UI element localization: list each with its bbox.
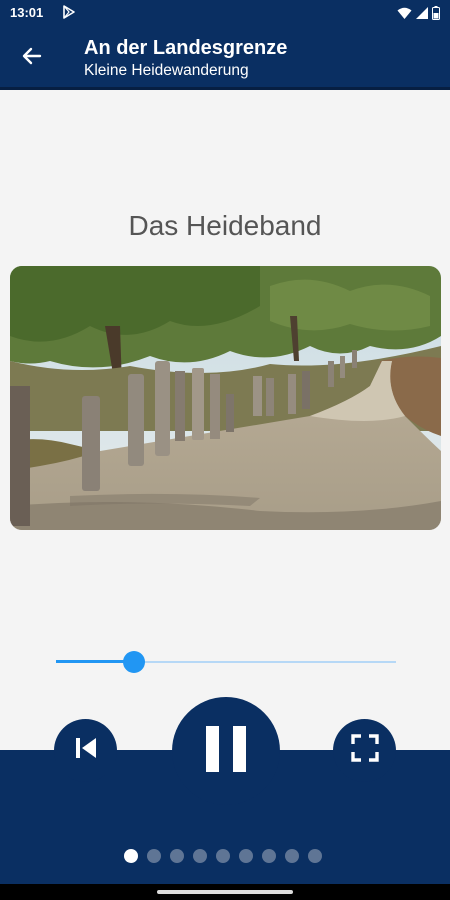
system-nav-bar — [0, 884, 450, 900]
page-dot[interactable] — [238, 849, 253, 863]
previous-button[interactable] — [54, 719, 117, 782]
fullscreen-icon — [350, 734, 379, 767]
status-time: 13:01 — [10, 5, 44, 20]
signal-icon — [416, 6, 428, 25]
pause-button[interactable] — [172, 697, 280, 805]
page-dot[interactable] — [215, 849, 230, 863]
station-photo — [10, 266, 441, 530]
page-dot[interactable] — [192, 849, 207, 863]
page-title: An der Landesgrenze — [84, 37, 288, 59]
battery-icon — [432, 6, 440, 25]
page-dot[interactable] — [284, 849, 299, 863]
status-bar: 13:01 — [0, 0, 450, 26]
status-icons — [397, 6, 440, 25]
pause-icon — [204, 724, 248, 779]
back-button[interactable] — [12, 38, 52, 78]
page-dot[interactable] — [146, 849, 161, 863]
slider-thumb[interactable] — [123, 651, 146, 673]
page-indicator — [0, 849, 450, 863]
home-handle[interactable] — [157, 890, 293, 894]
page-dot[interactable] — [307, 849, 322, 863]
audio-progress-slider[interactable] — [56, 650, 396, 674]
arrow-left-icon — [22, 46, 42, 71]
skip-previous-icon — [73, 735, 99, 766]
page-dot[interactable] — [261, 849, 276, 863]
fullscreen-button[interactable] — [333, 719, 396, 782]
station-title: Das Heideband — [128, 210, 322, 241]
play-store-icon — [62, 5, 76, 24]
page-subtitle: Kleine Heidewanderung — [84, 62, 249, 79]
page-dot[interactable] — [123, 849, 138, 863]
wifi-icon — [397, 7, 412, 25]
page-dot[interactable] — [169, 849, 184, 863]
app-bar: An der Landesgrenze Kleine Heidewanderun… — [0, 26, 450, 90]
